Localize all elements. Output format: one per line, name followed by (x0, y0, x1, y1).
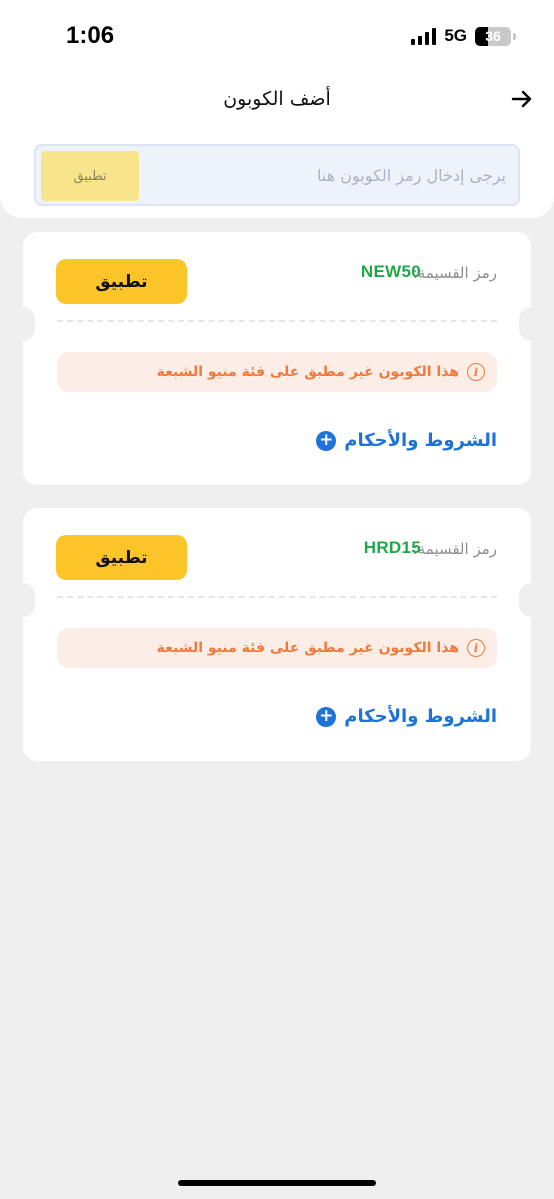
coupon-warning: i هذا الكوبون غير مطبق على فئة منيو الشب… (57, 628, 497, 668)
coupon-input-container: تطبيق (34, 144, 520, 206)
status-indicators: 5G 36 (411, 26, 516, 46)
terms-and-conditions-link[interactable]: الشروط والأحكام + (316, 430, 497, 451)
status-bar: 1:06 5G 36 (0, 0, 554, 70)
info-icon: i (467, 363, 485, 381)
header-panel: أضف الكوبون تطبيق (0, 70, 554, 218)
plus-circle-icon: + (316, 706, 337, 727)
card-notch-left (11, 307, 35, 341)
page-title: أضف الكوبون (223, 88, 331, 110)
apply-coupon-button[interactable]: تطبيق (56, 535, 187, 580)
card-notch-right (519, 307, 543, 341)
dashed-divider (57, 596, 497, 598)
coupon-code-input[interactable] (140, 146, 506, 204)
coupon-code-label: رمز القسيمة: (412, 540, 497, 558)
coupon-code: HRD15 (363, 538, 421, 557)
coupon-warning: i هذا الكوبون غير مطبق على فئة منيو الشب… (57, 352, 497, 392)
terms-label: الشروط والأحكام (344, 706, 497, 727)
coupon-screen: 1:06 5G 36 أضف الكوبون تطبيق (0, 0, 554, 1199)
warning-text: هذا الكوبون غير مطبق على فئة منيو الشبعة (156, 640, 459, 656)
card-notch-left (11, 583, 35, 617)
coupon-card: رمز القسيمة: HRD15 تطبيق i هذا الكوبون غ… (11, 508, 543, 761)
card-notch-right (519, 583, 543, 617)
coupon-code-label: رمز القسيمة: (412, 264, 497, 282)
coupon-code: NEW50 (360, 262, 421, 281)
dashed-divider (57, 320, 497, 322)
status-time: 1:06 (66, 22, 115, 49)
network-type: 5G (444, 26, 467, 45)
battery-cap (513, 32, 516, 40)
battery-level: 36 (485, 28, 501, 44)
info-icon: i (467, 639, 485, 657)
input-apply-button[interactable]: تطبيق (41, 151, 139, 201)
signal-strength-icon (411, 27, 437, 45)
terms-label: الشروط والأحكام (344, 430, 497, 451)
coupon-card: رمز القسيمة: NEW50 تطبيق i هذا الكوبون غ… (11, 232, 543, 485)
apply-coupon-button[interactable]: تطبيق (56, 259, 187, 304)
battery-icon: 36 (475, 26, 511, 46)
home-indicator[interactable] (178, 1180, 376, 1186)
plus-circle-icon: + (316, 430, 337, 451)
warning-text: هذا الكوبون غير مطبق على فئة منيو الشبعة (156, 364, 459, 380)
terms-and-conditions-link[interactable]: الشروط والأحكام + (316, 706, 497, 727)
